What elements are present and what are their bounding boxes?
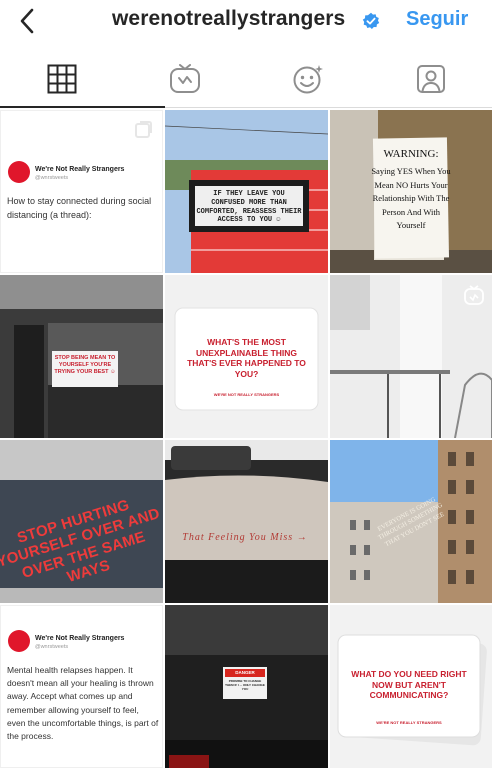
tab-effects[interactable]: [246, 52, 369, 106]
post-thumbnail[interactable]: [330, 275, 492, 438]
tweet-text: Mental health relapses happen. It doesn'…: [7, 665, 159, 741]
tweet-handle: @wnrstweets: [35, 644, 69, 650]
tweet-account-name: We're Not Really Strangers: [35, 166, 125, 173]
card-brand: WE'RE NOT REALLY STRANGERS: [213, 392, 280, 397]
avatar: [8, 630, 30, 652]
post-thumbnail[interactable]: WARNING: Saying YES When You Mean NO Hur…: [330, 110, 492, 273]
tagged-icon: [416, 65, 445, 93]
post-thumbnail[interactable]: EVERYONE IS GOING THROUGH SOMETHING THAT…: [330, 440, 492, 603]
profile-header: werenotreallystrangers Seguir: [0, 0, 492, 50]
sign-text: IF THEY LEAVE YOU CONFUSED MORE THAN COM…: [196, 190, 302, 225]
verified-badge-icon: [362, 12, 380, 30]
grid-icon: [47, 64, 76, 94]
tab-igtv[interactable]: [123, 52, 246, 106]
avatar: [8, 161, 30, 183]
post-thumbnail[interactable]: We're Not Really Strangers @wnrstweets H…: [0, 110, 163, 273]
window-text: That Feeling You Miss →: [182, 532, 308, 543]
profile-tabs: [0, 52, 492, 108]
post-thumbnail[interactable]: WHAT DO YOU NEED RIGHT NOW BUT AREN'T CO…: [330, 605, 492, 768]
tab-grid[interactable]: [0, 52, 123, 106]
sign-title: WARNING:: [383, 148, 439, 160]
sticker-text: PROMISE TO CHANGE THEM IF I ... ONLY CHA…: [225, 679, 265, 691]
tweet-handle: @wnrstweets: [35, 175, 69, 181]
sign-text: STOP BEING MEAN TO YOURSELF YOU'RE TRYIN…: [54, 355, 116, 375]
car-window-image: [165, 440, 328, 603]
card-question: WHAT'S THE MOST UNEXPLAINABLE THING THAT…: [187, 337, 306, 379]
post-thumbnail[interactable]: WHAT'S THE MOST UNEXPLAINABLE THING THAT…: [165, 275, 328, 438]
sign-text: Saying YES When You Mean NO Hurts Your R…: [371, 166, 451, 231]
card-question: WHAT DO YOU NEED RIGHT NOW BUT AREN'T CO…: [351, 669, 467, 701]
sticker-title: DANGER: [235, 670, 255, 675]
follow-button[interactable]: Seguir: [406, 8, 468, 31]
post-thumbnail[interactable]: STOP BEING MEAN TO YOURSELF YOU'RE TRYIN…: [0, 275, 163, 438]
post-thumbnail[interactable]: STOP HURTING YOURSELF OVER AND OVER THE …: [0, 440, 163, 603]
card-brand: WE'RE NOT REALLY STRANGERS: [376, 720, 442, 725]
active-tab-indicator: [0, 106, 165, 108]
effects-icon: [293, 65, 323, 94]
post-thumbnail[interactable]: IF THEY LEAVE YOU CONFUSED MORE THAN COM…: [165, 110, 328, 273]
post-grid: We're Not Really Strangers @wnrstweets H…: [0, 110, 492, 768]
post-thumbnail[interactable]: We're Not Really Strangers @wnrstweets M…: [0, 605, 163, 768]
post-thumbnail[interactable]: DANGER PROMISE TO CHANGE THEM IF I ... O…: [165, 605, 328, 768]
post-thumbnail[interactable]: That Feeling You Miss →: [165, 440, 328, 603]
back-arrow-icon[interactable]: [14, 6, 42, 36]
profile-username: werenotreallystrangers: [112, 7, 346, 30]
tab-tagged[interactable]: [369, 52, 492, 106]
igtv-icon: [464, 285, 484, 305]
igtv-icon: [169, 64, 200, 93]
tweet-text: How to stay connected during social dist…: [7, 196, 152, 220]
tweet-account-name: We're Not Really Strangers: [35, 635, 125, 642]
carousel-icon: [135, 121, 152, 138]
